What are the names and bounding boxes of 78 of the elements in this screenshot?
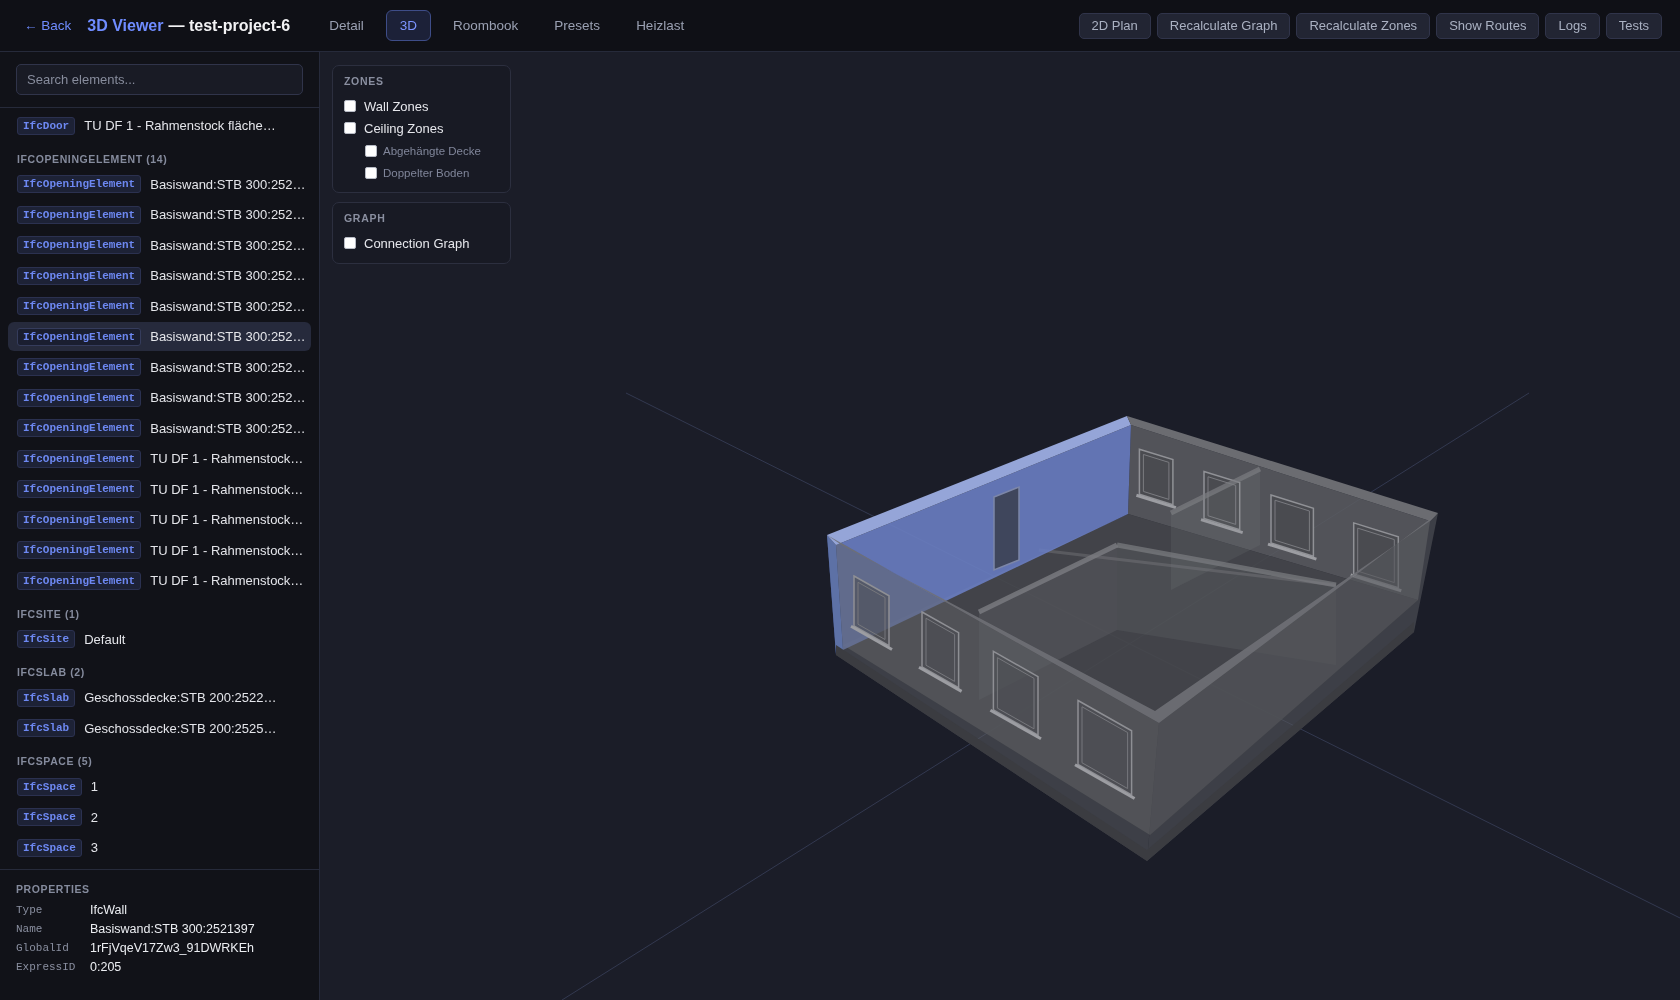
- panel-heading: GRAPH: [344, 212, 387, 224]
- app-title: 3D Viewer: [87, 16, 164, 35]
- property-key: Name: [16, 922, 90, 935]
- type-badge: IfcOpeningElement: [17, 358, 142, 376]
- element-row[interactable]: IfcSpace 1: [8, 772, 311, 801]
- element-row[interactable]: IfcOpeningElement Basiswand:STB 300:252…: [8, 261, 311, 290]
- element-row[interactable]: IfcOpeningElement TU DF 1 - Rahmenstock…: [8, 505, 311, 534]
- section-heading: PROPERTIES: [16, 883, 91, 895]
- type-badge: IfcOpeningElement: [17, 175, 142, 193]
- checkbox-label[interactable]: Wall Zones: [364, 98, 429, 114]
- group-heading: IFCSLAB (2): [16, 665, 86, 680]
- checkbox[interactable]: [344, 100, 356, 112]
- view-tab[interactable]: 3D: [385, 10, 432, 41]
- type-badge: IfcOpeningElement: [17, 327, 142, 346]
- toolbar-button[interactable]: Logs: [1545, 12, 1600, 39]
- type-badge: IfcSpace: [17, 808, 82, 826]
- type-badge: IfcSlab: [17, 688, 76, 707]
- element-row[interactable]: IfcSite Default: [8, 624, 311, 654]
- property-value: 1rFjVqeV17Zw3_91DWRKEh: [90, 940, 254, 955]
- type-badge: IfcOpeningElement: [17, 388, 142, 407]
- element-row[interactable]: IfcDoor TU DF 1 - Rahmenstock fläche…: [8, 111, 311, 140]
- toolbar-button[interactable]: Recalculate Zones: [1296, 12, 1431, 39]
- type-badge: IfcSpace: [17, 838, 82, 857]
- property-key: ExpressID: [16, 960, 90, 973]
- toolbar-button[interactable]: Show Routes: [1436, 12, 1540, 39]
- toolbar-button[interactable]: 2D Plan: [1078, 12, 1151, 39]
- property-key: GlobalId: [16, 941, 90, 954]
- view-tab[interactable]: Presets: [540, 10, 615, 41]
- element-row[interactable]: IfcOpeningElement TU DF 1 - Rahmenstock…: [8, 566, 311, 595]
- type-badge: IfcSlab: [17, 719, 76, 737]
- type-badge: IfcOpeningElement: [17, 449, 142, 468]
- search-field[interactable]: Search elements...: [16, 64, 303, 95]
- property-value: IfcWall: [90, 902, 128, 917]
- property-value: Basiswand:STB 300:2521397: [90, 921, 255, 936]
- type-badge: IfcDoor: [17, 116, 76, 135]
- element-row[interactable]: IfcOpeningElement Basiswand:STB 300:252…: [8, 352, 311, 382]
- checkbox[interactable]: [344, 122, 356, 134]
- element-row[interactable]: IfcOpeningElement TU DF 1 - Rahmenstock…: [8, 535, 311, 565]
- group-heading: IFCSITE (1): [16, 606, 81, 622]
- type-badge: IfcOpeningElement: [17, 419, 142, 437]
- type-badge: IfcOpeningElement: [17, 236, 142, 254]
- element-row[interactable]: IfcSlab Geschossdecke:STB 200:2525…: [8, 713, 311, 743]
- property-value: 0:205: [90, 959, 122, 974]
- type-badge: IfcOpeningElement: [17, 571, 142, 590]
- type-badge: IfcOpeningElement: [17, 480, 142, 498]
- toolbar-button[interactable]: Recalculate Graph: [1156, 12, 1291, 39]
- element-row[interactable]: IfcOpeningElement TU DF 1 - Rahmenstock…: [8, 444, 311, 473]
- element-row[interactable]: IfcOpeningElement Basiswand:STB 300:252…: [8, 230, 311, 260]
- group-heading: IFCOPENINGELEMENT (14): [16, 151, 169, 167]
- panel-heading: ZONES: [344, 75, 385, 87]
- element-row[interactable]: IfcSpace 3: [8, 833, 311, 862]
- project-title: — test-project-6: [168, 16, 291, 35]
- checkbox-label[interactable]: Ceiling Zones: [364, 120, 444, 136]
- element-row[interactable]: IfcOpeningElement Basiswand:STB 300:252…: [8, 413, 311, 443]
- group-heading: IFCSPACE (5): [16, 754, 94, 769]
- view-tab[interactable]: Roombook: [439, 10, 533, 41]
- checkbox[interactable]: [344, 237, 356, 249]
- back-link[interactable]: ← Back: [24, 18, 72, 33]
- element-row[interactable]: IfcSpace 2: [8, 802, 311, 832]
- type-badge: IfcOpeningElement: [17, 205, 142, 224]
- element-row[interactable]: IfcOpeningElement Basiswand:STB 300:252…: [8, 322, 311, 351]
- type-badge: IfcOpeningElement: [17, 297, 142, 315]
- element-row[interactable]: IfcSlab Geschossdecke:STB 200:2522…: [8, 683, 311, 712]
- element-row[interactable]: IfcOpeningElement Basiswand:STB 300:252…: [8, 200, 311, 229]
- element-row[interactable]: IfcOpeningElement Basiswand:STB 300:252…: [8, 169, 311, 199]
- checkbox-label[interactable]: Connection Graph: [364, 235, 470, 251]
- element-row[interactable]: IfcOpeningElement TU DF 1 - Rahmenstock…: [8, 474, 311, 504]
- property-key: Type: [16, 903, 90, 916]
- toolbar-button[interactable]: Tests: [1605, 12, 1662, 39]
- type-badge: IfcSpace: [17, 777, 82, 796]
- element-row[interactable]: IfcOpeningElement Basiswand:STB 300:252…: [8, 291, 311, 321]
- view-tab[interactable]: Detail: [315, 10, 378, 41]
- element-row[interactable]: IfcOpeningElement Basiswand:STB 300:252…: [8, 383, 311, 412]
- type-badge: IfcOpeningElement: [17, 541, 142, 559]
- type-badge: IfcOpeningElement: [17, 510, 142, 529]
- view-tab[interactable]: Heizlast: [622, 10, 699, 41]
- type-badge: IfcOpeningElement: [17, 266, 142, 285]
- type-badge: IfcSite: [17, 630, 76, 648]
